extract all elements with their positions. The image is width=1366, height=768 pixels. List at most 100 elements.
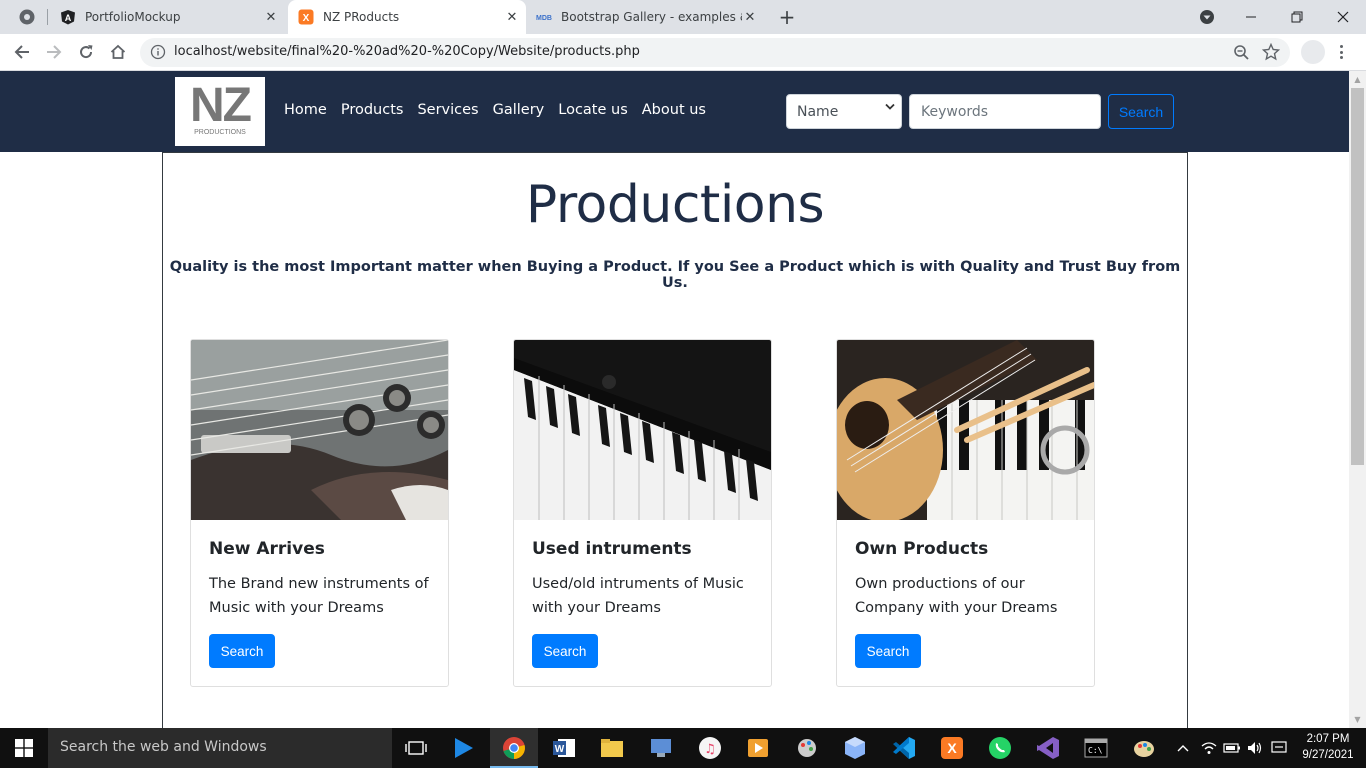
pinned-tab-globe-icon[interactable] [18, 8, 36, 26]
url-text: localhost/website/final%20-%20ad%20-%20C… [174, 44, 640, 59]
back-arrow-icon[interactable] [10, 40, 34, 64]
windows-taskbar: Search the web and Windows W ♫ X C:\ 2:0… [0, 728, 1366, 768]
network-app-icon[interactable] [647, 734, 675, 762]
ukulele-piano-image [837, 340, 1094, 520]
browser-menu-icon[interactable] [1336, 42, 1346, 62]
select-value: Name [797, 104, 839, 120]
wifi-icon[interactable] [1200, 740, 1218, 756]
minimize-window-icon[interactable] [1228, 0, 1274, 34]
tab-title: Bootstrap Gallery - examples & tu [561, 10, 742, 24]
card-title: Own Products [855, 539, 989, 559]
xampp-taskbar-icon[interactable]: X [938, 734, 966, 762]
word-icon[interactable]: W [550, 734, 578, 762]
site-navbar: NZ PRODUCTIONS Home Products Services Ga… [0, 71, 1349, 152]
card-search-button[interactable]: Search [209, 634, 275, 668]
nav-link-about-us[interactable]: About us [642, 102, 706, 118]
card-search-button[interactable]: Search [532, 634, 598, 668]
card-search-button[interactable]: Search [855, 634, 921, 668]
taskbar-clock[interactable]: 2:07 PM 9/27/2021 [1296, 731, 1360, 763]
svg-text:A: A [65, 13, 72, 23]
card-text: Own productions of our Company with your… [855, 576, 1058, 616]
svg-text:♫: ♫ [704, 742, 716, 757]
volume-icon[interactable] [1246, 740, 1264, 756]
logo-text: NZ [190, 79, 252, 132]
restore-window-icon[interactable] [1274, 0, 1320, 34]
tab-nz-products[interactable]: X NZ PRoducts ✕ [288, 0, 526, 34]
keywords-input[interactable] [921, 104, 1089, 120]
products-container: Productions Quality is the most Importan… [162, 152, 1188, 728]
page-viewport: NZ PRODUCTIONS Home Products Services Ga… [0, 71, 1349, 728]
home-icon[interactable] [106, 40, 130, 64]
svg-text:X: X [947, 740, 957, 756]
nav-link-gallery[interactable]: Gallery [493, 102, 545, 118]
browser-tab-strip: A PortfolioMockup ✕ X NZ PRoducts ✕ MDB … [0, 0, 1366, 34]
nav-link-services[interactable]: Services [417, 102, 478, 118]
paint-app-icon[interactable] [793, 734, 821, 762]
media-player-icon[interactable] [449, 734, 477, 762]
bookmark-star-icon[interactable] [1261, 42, 1281, 61]
whatsapp-icon[interactable] [986, 734, 1014, 762]
page-scrollbar[interactable]: ▲ ▼ [1349, 71, 1366, 728]
task-view-icon[interactable] [402, 734, 430, 762]
tab-search-dropdown-icon[interactable] [1184, 0, 1230, 34]
itunes-icon[interactable]: ♫ [696, 734, 724, 762]
nav-link-locate-us[interactable]: Locate us [558, 102, 628, 118]
card-title: Used intruments [532, 539, 692, 559]
svg-text:MDB: MDB [536, 15, 552, 22]
card-text: The Brand new instruments of Music with … [209, 576, 429, 616]
electric-guitar-image [191, 340, 448, 520]
vscode-icon[interactable] [890, 734, 918, 762]
video-editor-icon[interactable] [744, 734, 772, 762]
logo-subtext: PRODUCTIONS [194, 129, 246, 136]
site-logo[interactable]: NZ PRODUCTIONS [175, 77, 265, 146]
search-field-select[interactable]: Name [786, 94, 902, 129]
nav-link-products[interactable]: Products [341, 102, 404, 118]
clock-date: 9/27/2021 [1302, 749, 1354, 761]
file-explorer-icon[interactable] [598, 734, 626, 762]
virtualbox-icon[interactable] [841, 734, 869, 762]
product-card-own-products: Own Products Own productions of our Comp… [836, 339, 1095, 687]
windows-start-icon[interactable] [0, 728, 48, 768]
tab-bootstrap-gallery[interactable]: MDB Bootstrap Gallery - examples & tu ✕ [528, 0, 764, 34]
action-center-icon[interactable] [1270, 740, 1288, 756]
chrome-icon[interactable] [490, 734, 538, 768]
tab-portfolio-mockup[interactable]: A PortfolioMockup ✕ [52, 0, 285, 34]
scroll-down-arrow-icon[interactable]: ▼ [1353, 715, 1362, 724]
close-tab-icon[interactable]: ✕ [504, 9, 520, 25]
zoom-icon[interactable] [1233, 44, 1250, 61]
svg-text:C:\: C:\ [1088, 746, 1103, 755]
page-tagline: Quality is the most Important matter whe… [169, 259, 1181, 291]
xampp-icon: X [298, 9, 314, 25]
site-info-icon[interactable] [150, 44, 166, 60]
paint-palette-icon[interactable] [1130, 734, 1158, 762]
nav-links: Home Products Services Gallery Locate us… [284, 102, 720, 118]
show-hidden-icons-icon[interactable] [1176, 740, 1190, 756]
visual-studio-icon[interactable] [1034, 734, 1062, 762]
address-bar[interactable]: localhost/website/final%20-%20ad%20-%20C… [140, 38, 1290, 67]
svg-text:X: X [303, 13, 310, 24]
close-tab-icon[interactable]: ✕ [742, 9, 758, 25]
piano-keys-image [514, 340, 771, 520]
close-tab-icon[interactable]: ✕ [263, 9, 279, 25]
close-window-icon[interactable] [1320, 0, 1366, 34]
tab-title: PortfolioMockup [85, 10, 181, 24]
new-tab-plus-icon[interactable]: + [776, 5, 798, 29]
forward-arrow-icon[interactable] [42, 40, 66, 64]
product-card-used-instruments: Used intruments Used/old intruments of M… [513, 339, 772, 687]
keywords-field[interactable] [909, 94, 1101, 129]
card-title: New Arrives [209, 539, 325, 559]
scroll-up-arrow-icon[interactable]: ▲ [1353, 75, 1362, 84]
angular-icon: A [60, 9, 76, 25]
nav-search-button[interactable]: Search [1108, 94, 1174, 129]
svg-text:W: W [555, 744, 565, 755]
reload-icon[interactable] [74, 40, 98, 64]
battery-icon[interactable] [1222, 740, 1242, 756]
scrollbar-thumb[interactable] [1351, 88, 1364, 465]
mdb-icon: MDB [536, 9, 552, 25]
taskbar-search-box[interactable]: Search the web and Windows [48, 728, 392, 768]
card-text: Used/old intruments of Music with your D… [532, 576, 744, 616]
command-prompt-icon[interactable]: C:\ [1082, 734, 1110, 762]
profile-avatar[interactable] [1301, 40, 1325, 64]
chevron-down-icon [885, 103, 895, 114]
nav-link-home[interactable]: Home [284, 102, 327, 118]
